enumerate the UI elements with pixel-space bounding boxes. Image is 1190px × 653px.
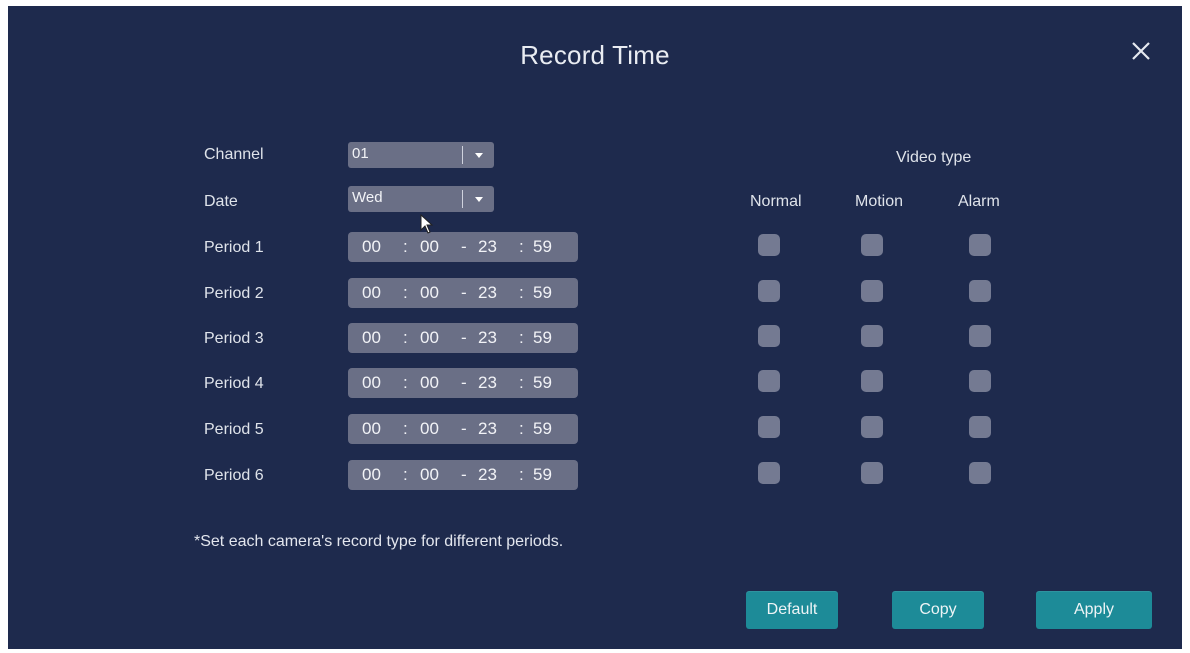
end-hour[interactable]: 23 (478, 465, 497, 485)
checkbox-normal[interactable] (758, 234, 780, 256)
end-minute[interactable]: 59 (533, 237, 552, 257)
chevron-down-icon (472, 192, 486, 206)
colon-separator: : (403, 465, 408, 484)
column-normal: Normal (750, 193, 802, 210)
checkbox-normal[interactable] (758, 370, 780, 392)
mouse-pointer-icon (420, 213, 436, 236)
checkbox-normal[interactable] (758, 416, 780, 438)
record-time-dialog (8, 6, 1182, 649)
colon-separator: : (519, 465, 524, 484)
checkbox-motion[interactable] (861, 370, 883, 392)
checkbox-alarm[interactable] (969, 416, 991, 438)
start-minute[interactable]: 00 (420, 373, 439, 393)
start-minute[interactable]: 00 (420, 328, 439, 348)
end-hour[interactable]: 23 (478, 419, 497, 439)
apply-button[interactable]: Apply (1036, 591, 1152, 629)
period-label: Period 2 (204, 285, 264, 302)
period-time-field[interactable]: 00:00-23:59 (348, 460, 578, 490)
checkbox-normal[interactable] (758, 325, 780, 347)
checkbox-alarm[interactable] (969, 234, 991, 256)
start-minute[interactable]: 00 (420, 283, 439, 303)
period-time-field[interactable]: 00:00-23:59 (348, 414, 578, 444)
start-hour[interactable]: 00 (362, 465, 381, 485)
end-hour[interactable]: 23 (478, 373, 497, 393)
checkbox-alarm[interactable] (969, 370, 991, 392)
select-divider (462, 146, 463, 164)
end-hour[interactable]: 23 (478, 283, 497, 303)
end-minute[interactable]: 59 (533, 328, 552, 348)
start-hour[interactable]: 00 (362, 237, 381, 257)
column-motion: Motion (855, 193, 904, 210)
channel-value: 01 (352, 145, 369, 162)
period-label: Period 1 (204, 239, 264, 256)
checkbox-motion[interactable] (861, 234, 883, 256)
checkbox-alarm[interactable] (969, 325, 991, 347)
colon-separator: : (519, 328, 524, 347)
period-label: Period 3 (204, 330, 264, 347)
select-divider (462, 190, 463, 208)
checkbox-alarm[interactable] (969, 280, 991, 302)
column-alarm: Alarm (958, 193, 1000, 210)
start-hour[interactable]: 00 (362, 283, 381, 303)
colon-separator: : (403, 283, 408, 302)
colon-separator: : (519, 419, 524, 438)
period-label: Period 5 (204, 421, 264, 438)
colon-separator: : (403, 373, 408, 392)
checkbox-normal[interactable] (758, 280, 780, 302)
period-time-field[interactable]: 00:00-23:59 (348, 368, 578, 398)
colon-separator: : (403, 328, 408, 347)
default-button[interactable]: Default (746, 591, 838, 629)
period-time-field[interactable]: 00:00-23:59 (348, 323, 578, 353)
start-hour[interactable]: 00 (362, 373, 381, 393)
dash-separator: - (461, 328, 467, 347)
end-minute[interactable]: 59 (533, 465, 552, 485)
start-minute[interactable]: 00 (420, 237, 439, 257)
checkbox-motion[interactable] (861, 325, 883, 347)
dash-separator: - (461, 419, 467, 438)
end-minute[interactable]: 59 (533, 283, 552, 303)
start-hour[interactable]: 00 (362, 419, 381, 439)
period-time-field[interactable]: 00:00-23:59 (348, 232, 578, 262)
checkbox-normal[interactable] (758, 462, 780, 484)
colon-separator: : (403, 419, 408, 438)
date-select[interactable]: Wed (348, 186, 494, 212)
date-value: Wed (352, 189, 383, 206)
colon-separator: : (403, 237, 408, 256)
dash-separator: - (461, 373, 467, 392)
dash-separator: - (461, 237, 467, 256)
dash-separator: - (461, 283, 467, 302)
dialog-title: Record Time (520, 40, 670, 70)
period-time-field[interactable]: 00:00-23:59 (348, 278, 578, 308)
close-icon[interactable] (1124, 34, 1158, 68)
colon-separator: : (519, 237, 524, 256)
start-minute[interactable]: 00 (420, 419, 439, 439)
help-note: *Set each camera's record type for diffe… (194, 533, 564, 550)
start-minute[interactable]: 00 (420, 465, 439, 485)
channel-select[interactable]: 01 (348, 142, 494, 168)
end-hour[interactable]: 23 (478, 328, 497, 348)
video-type-heading: Video type (896, 149, 972, 166)
chevron-down-icon (472, 148, 486, 162)
end-minute[interactable]: 59 (533, 419, 552, 439)
period-label: Period 4 (204, 375, 264, 392)
date-label: Date (204, 193, 238, 210)
period-label: Period 6 (204, 467, 264, 484)
checkbox-alarm[interactable] (969, 462, 991, 484)
colon-separator: : (519, 373, 524, 392)
checkbox-motion[interactable] (861, 416, 883, 438)
checkbox-motion[interactable] (861, 280, 883, 302)
colon-separator: : (519, 283, 524, 302)
start-hour[interactable]: 00 (362, 328, 381, 348)
end-minute[interactable]: 59 (533, 373, 552, 393)
channel-label: Channel (204, 146, 264, 163)
copy-button[interactable]: Copy (892, 591, 984, 629)
checkbox-motion[interactable] (861, 462, 883, 484)
end-hour[interactable]: 23 (478, 237, 497, 257)
dash-separator: - (461, 465, 467, 484)
